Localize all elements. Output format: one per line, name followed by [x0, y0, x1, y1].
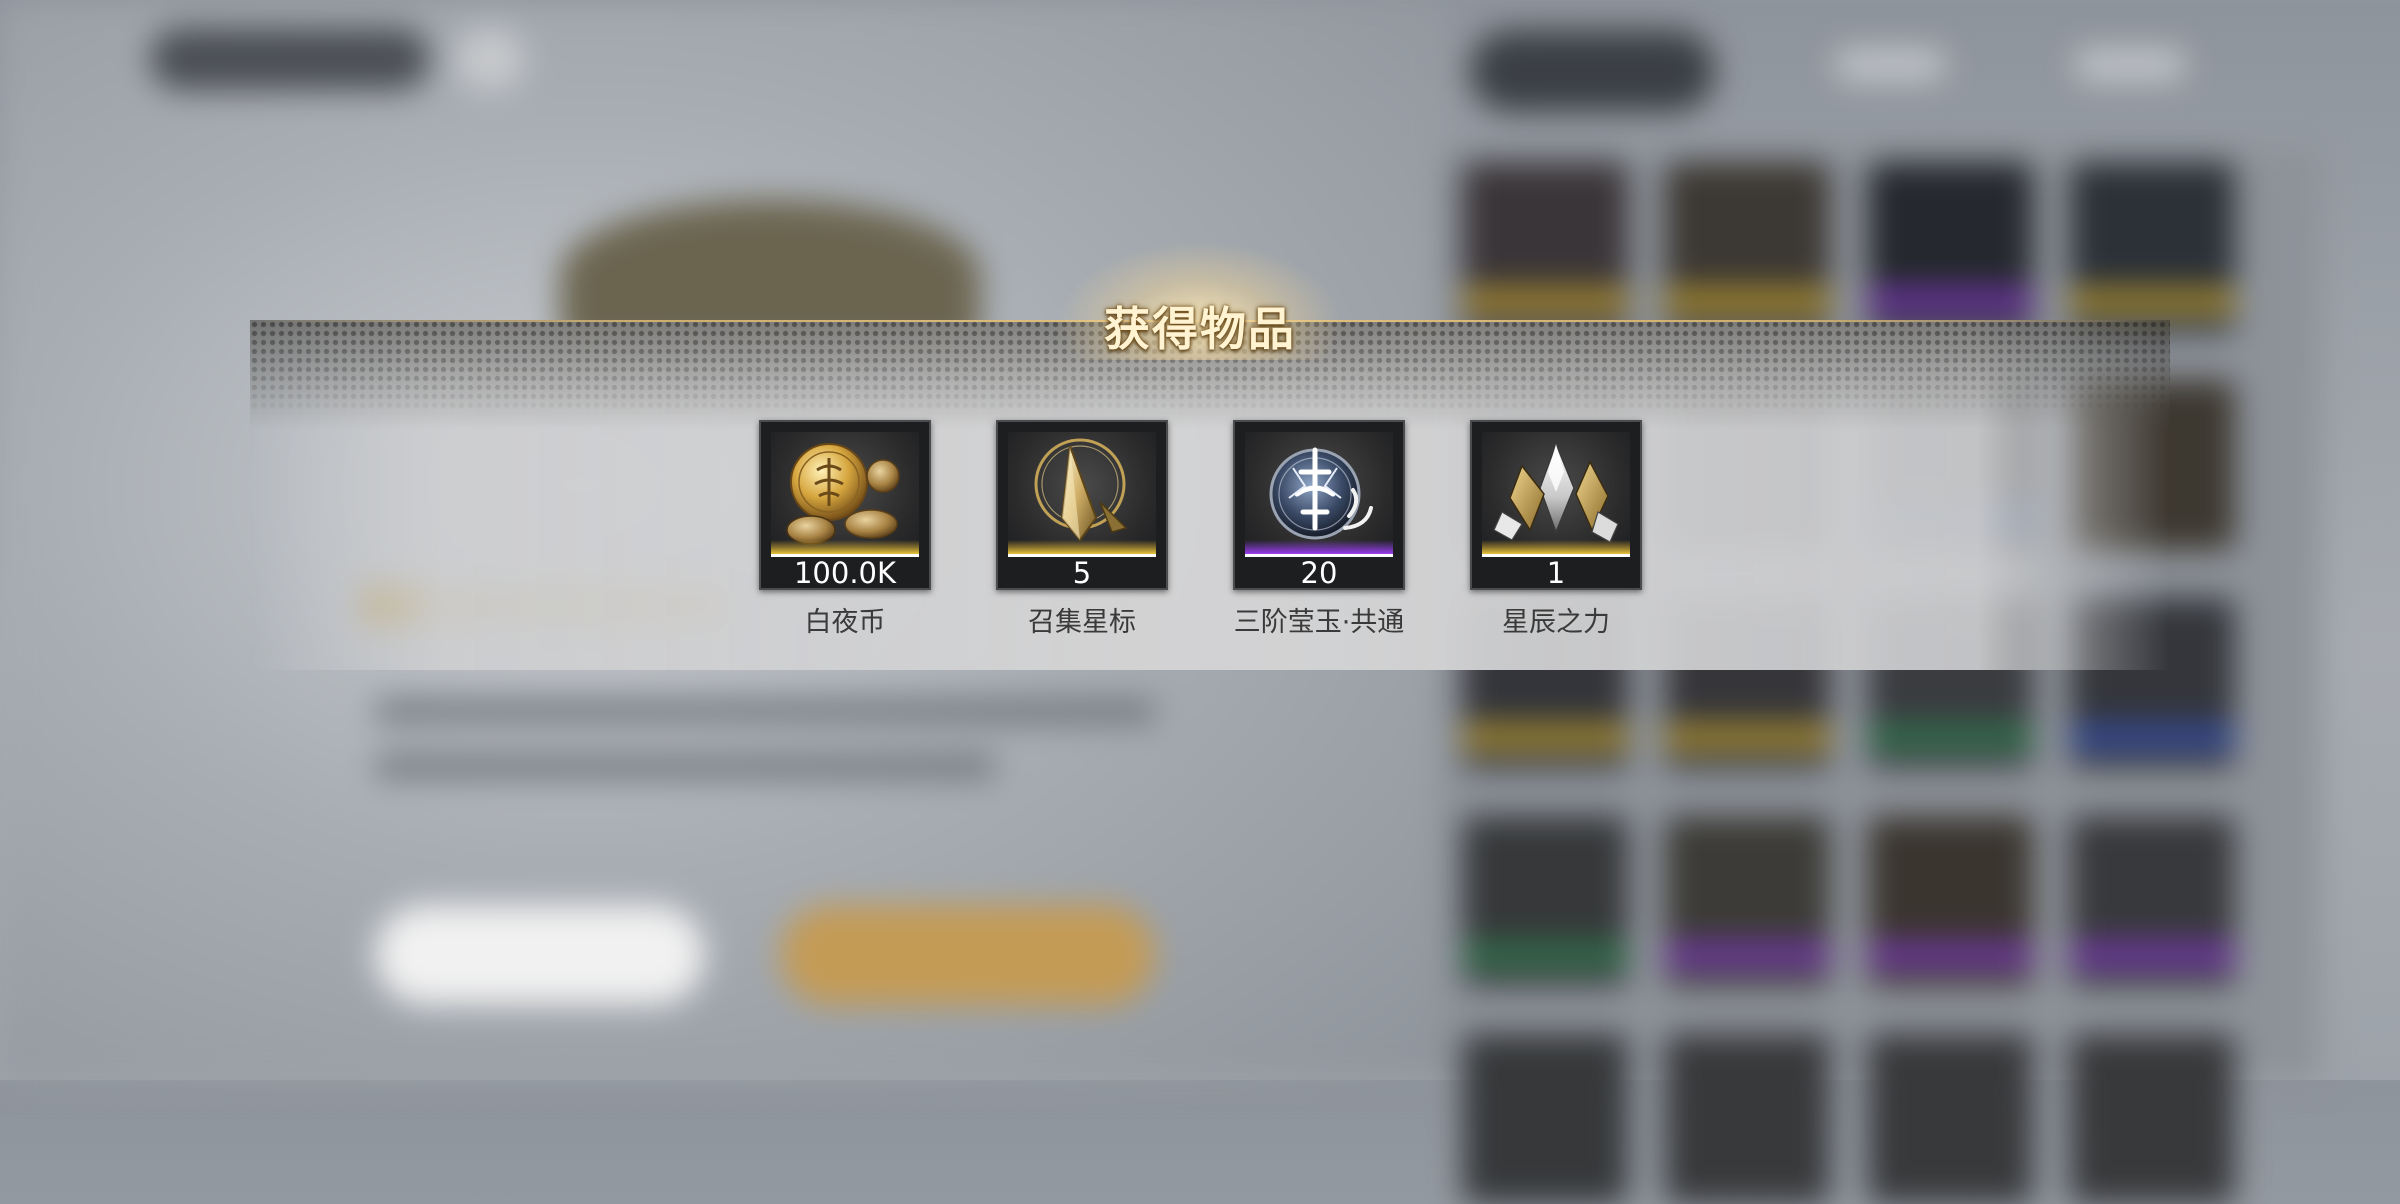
rarity-bar-purple	[1245, 540, 1393, 554]
item-icon-area	[1008, 432, 1156, 550]
background-white-button	[375, 905, 705, 1005]
item-icon-area	[1245, 432, 1393, 550]
background-card	[1665, 816, 1830, 986]
background-card	[1665, 162, 1830, 332]
background-card	[1665, 1034, 1830, 1204]
crystal-shard-icon	[1493, 441, 1619, 543]
item-count: 1	[1546, 556, 1566, 590]
item-frame[interactable]: 5	[996, 420, 1168, 590]
item-frame[interactable]: 100.0K	[759, 420, 931, 590]
background-tab	[2075, 50, 2185, 80]
background-card	[2070, 162, 2235, 332]
background-card	[2070, 1034, 2235, 1204]
item-count: 100.0K	[793, 556, 897, 590]
rarity-bar-gold	[1482, 540, 1630, 554]
reward-item[interactable]: 100.0K 白夜币	[759, 420, 931, 639]
item-icon-area	[1482, 432, 1630, 550]
item-frame[interactable]: 20	[1233, 420, 1405, 590]
item-name: 三阶莹玉·共通	[1233, 607, 1405, 638]
background-text-line	[375, 700, 1155, 722]
item-icon-area	[771, 432, 919, 550]
reward-item[interactable]: 20 三阶莹玉·共通	[1233, 420, 1405, 639]
item-count: 20	[1300, 556, 1338, 590]
reward-item[interactable]: 5 召集星标	[996, 420, 1168, 639]
item-count: 5	[1072, 556, 1092, 590]
background-tab	[1835, 50, 1945, 80]
item-frame[interactable]: 1	[1470, 420, 1642, 590]
coins-icon	[786, 443, 900, 545]
item-name: 召集星标	[1028, 607, 1136, 638]
popup-title: 获得物品	[1104, 302, 1296, 356]
background-card	[1868, 816, 2033, 986]
rarity-bar-gold	[771, 540, 919, 554]
background-card	[1463, 162, 1628, 332]
item-name: 白夜币	[804, 607, 886, 638]
background-card	[1868, 162, 2033, 332]
background-card	[1463, 816, 1628, 986]
star-marker-icon	[1034, 438, 1128, 542]
background-card	[1868, 1034, 2033, 1204]
rarity-bar-gold	[1008, 540, 1156, 554]
reward-item[interactable]: 1 星辰之力	[1470, 420, 1642, 639]
background-card	[2070, 816, 2235, 986]
item-name: 星辰之力	[1502, 607, 1610, 638]
background-card	[1463, 1034, 1628, 1204]
background-tab-active	[1470, 30, 1715, 112]
background-top-circle	[455, 28, 525, 90]
background-top-pill	[150, 28, 430, 90]
jade-rune-icon	[1269, 447, 1373, 540]
background-gold-button	[780, 905, 1155, 1005]
background-text-line	[375, 755, 995, 777]
